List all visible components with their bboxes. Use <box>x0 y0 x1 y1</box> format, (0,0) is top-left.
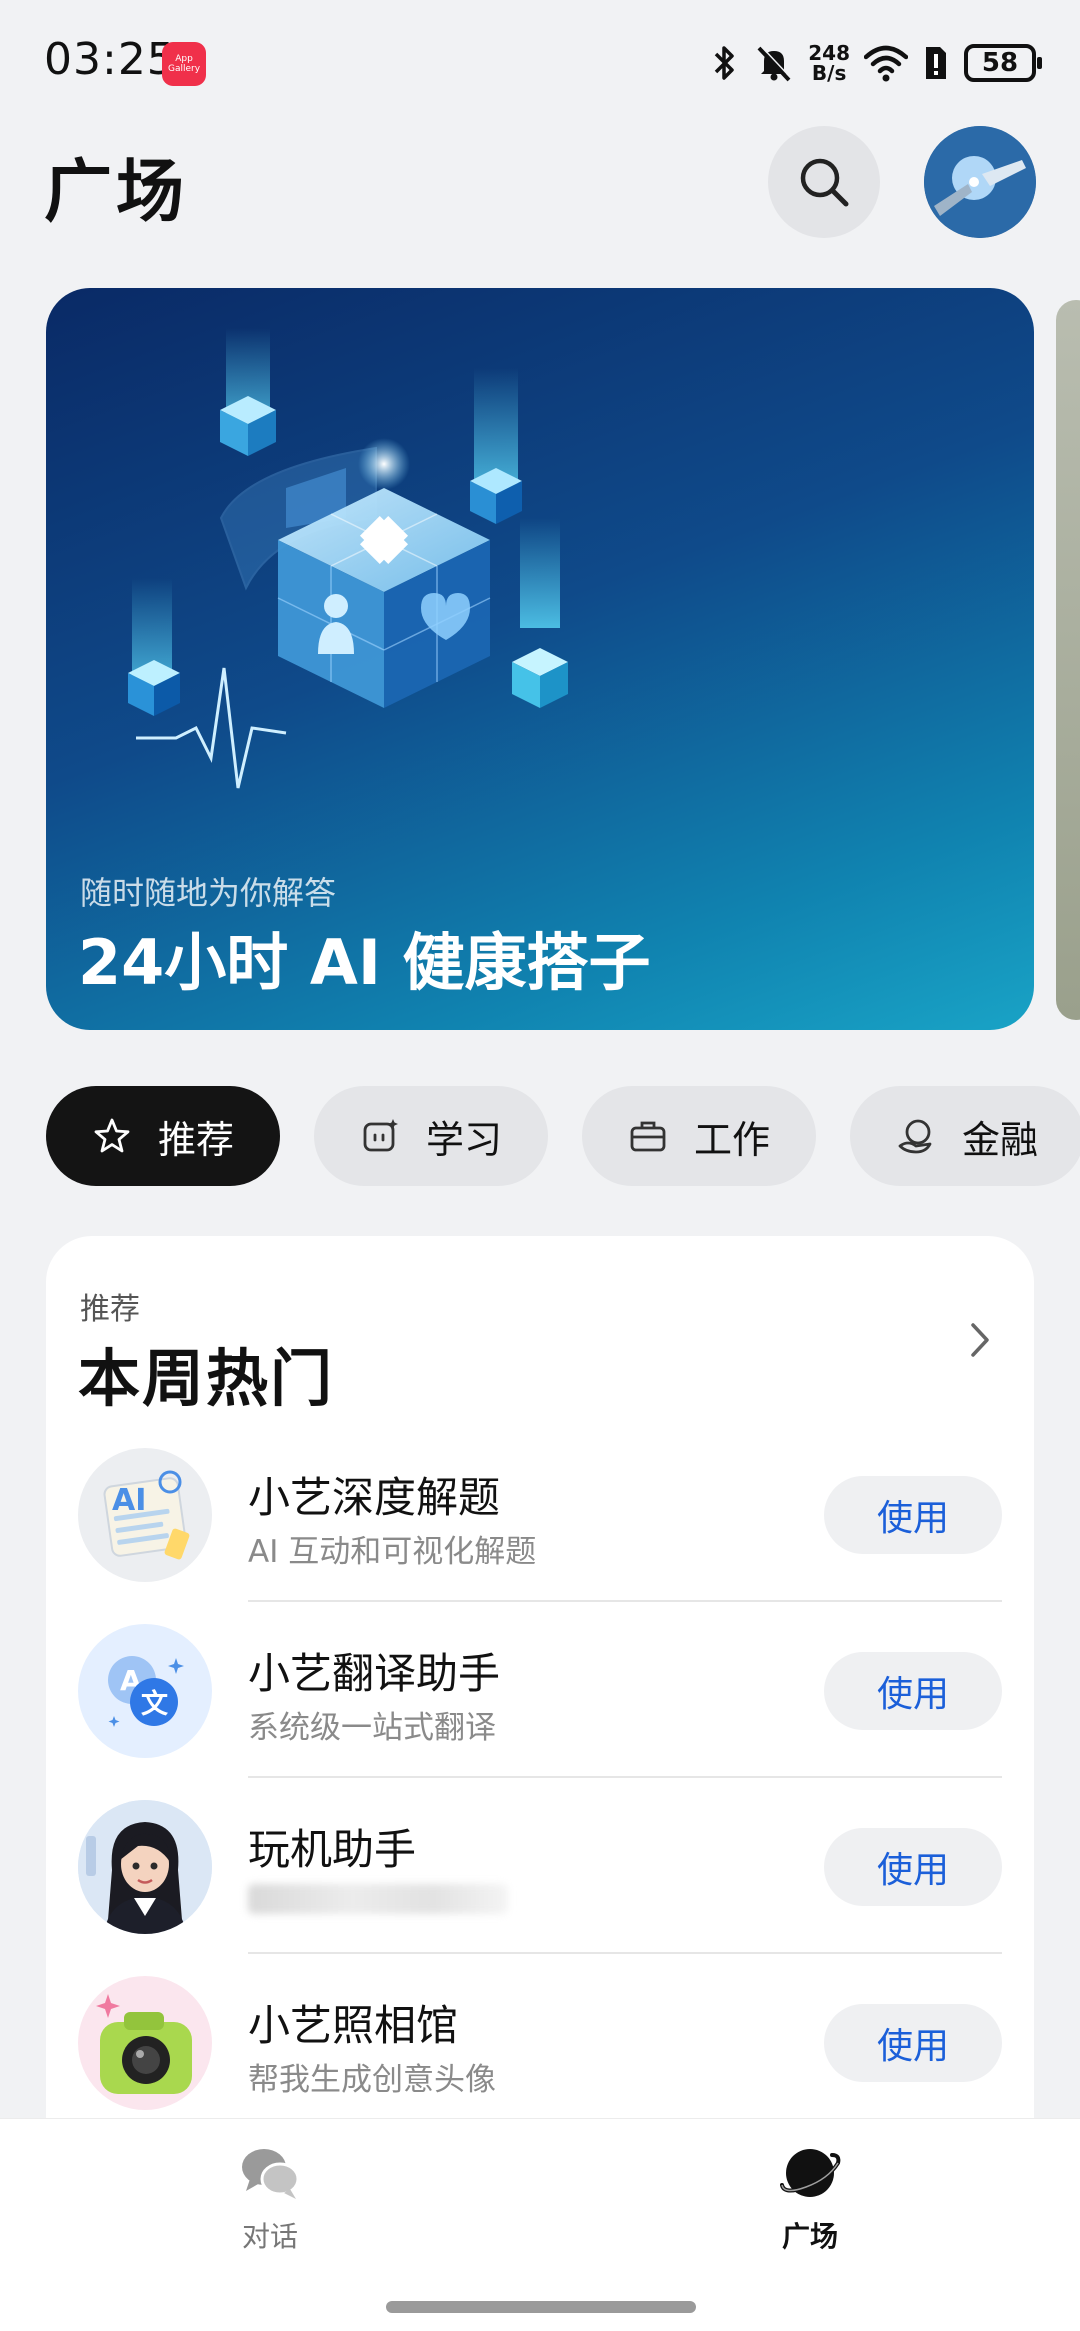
item-desc: 帮我生成创意头像 <box>248 2062 496 2098</box>
use-button[interactable]: 使用 <box>824 1476 1002 1554</box>
banner-title: 24小时 AI 健康搭子 <box>78 926 651 999</box>
search-button[interactable] <box>768 126 880 238</box>
home-indicator[interactable] <box>386 2301 696 2313</box>
banner-subtitle: 随时随地为你解答 <box>80 874 337 912</box>
item-desc: 系统级一站式翻译 <box>248 1710 496 1746</box>
bottom-nav: 对话 广场 <box>0 2118 1080 2331</box>
search-icon <box>800 158 849 207</box>
item-name: 小艺照相馆 <box>248 2001 459 2050</box>
bluetooth-icon <box>715 46 734 80</box>
item-name: 玩机助手 <box>248 1825 417 1874</box>
app-gallery-icon: App Gallery <box>162 42 206 86</box>
tab-label: 金融 <box>962 1117 1039 1162</box>
battery-indicator: 58 <box>964 44 1042 82</box>
robot-hand-avatar-icon <box>924 126 1036 238</box>
wifi-icon <box>864 45 908 82</box>
net-speed-value: 248 <box>808 41 850 65</box>
status-icons: 248 B/s 58 <box>710 38 1042 88</box>
tab-study[interactable]: 学习 <box>314 1086 549 1186</box>
promo-banner[interactable]: 随时随地为你解答 24小时 AI 健康搭子 <box>46 288 1034 1030</box>
category-tabs: 推荐 学习 工作 金融 <box>46 1086 1080 1186</box>
nav-label: 广场 <box>781 2220 838 2253</box>
list-item[interactable]: A 文 小艺翻译助手 系统级一站式翻译 使用 <box>46 1602 1034 1778</box>
star-icon <box>90 1114 134 1158</box>
planet-icon <box>780 2149 841 2197</box>
nav-item-chat[interactable]: 对话 <box>190 2141 350 2255</box>
list-item[interactable]: AI 小艺深度解题 AI 互动和可视化解题 使用 <box>46 1426 1034 1602</box>
mute-bell-icon <box>757 45 792 82</box>
weekly-hot-card: 推荐 本周热门 AI 小艺深度解题 AI 互动和可视化解题 使用 A 文 小艺翻… <box>46 1236 1034 2236</box>
card-title: 本周热门 <box>78 1342 335 1415</box>
net-speed: 248 B/s <box>808 43 850 83</box>
use-button[interactable]: 使用 <box>824 2004 1002 2082</box>
chat-bubbles-icon <box>242 2149 300 2199</box>
item-desc-blurred <box>248 1884 508 1914</box>
card-eyebrow: 推荐 <box>80 1292 140 1327</box>
finance-icon <box>894 1114 938 1158</box>
list-item[interactable]: 小艺照相馆 帮我生成创意头像 使用 <box>46 1954 1034 2130</box>
item-name: 小艺深度解题 <box>248 1473 501 1522</box>
svg-text:AI: AI <box>112 1483 146 1518</box>
page-title: 广场 <box>44 153 189 232</box>
tab-label: 推荐 <box>158 1117 235 1162</box>
avatar[interactable] <box>924 126 1036 238</box>
tab-label: 工作 <box>694 1117 771 1162</box>
status-time: 03:25 <box>44 34 176 85</box>
sim-alert-icon <box>926 47 946 79</box>
camera-icon <box>78 1976 212 2110</box>
net-speed-unit: B/s <box>811 61 847 85</box>
tab-work[interactable]: 工作 <box>582 1086 817 1186</box>
tab-label: 学习 <box>426 1117 503 1162</box>
study-icon <box>358 1114 402 1158</box>
list-item[interactable]: 玩机助手 使用 <box>46 1778 1034 1954</box>
page: 03:25 App Gallery 248 B/s 58 广场 随时随地为你解答… <box>0 0 1080 2331</box>
nav-item-square[interactable]: 广场 <box>730 2141 890 2255</box>
ai-notebook-icon: AI <box>78 1448 212 1582</box>
chevron-right-icon <box>971 1323 989 1357</box>
hot-list: AI 小艺深度解题 AI 互动和可视化解题 使用 A 文 小艺翻译助手 系统级一… <box>46 1426 1034 2130</box>
assistant-avatar-icon <box>78 1800 212 1934</box>
tab-recommend[interactable]: 推荐 <box>46 1086 281 1186</box>
translate-icon: A 文 <box>78 1624 212 1758</box>
status-bar: 03:25 App Gallery 248 B/s 58 <box>0 0 1080 120</box>
card-more-button[interactable] <box>960 1310 1000 1370</box>
briefcase-icon <box>626 1114 670 1158</box>
tab-finance[interactable]: 金融 <box>850 1086 1080 1186</box>
next-banner-peek[interactable] <box>1056 300 1080 1020</box>
nav-label: 对话 <box>241 2220 298 2253</box>
svg-text:文: 文 <box>141 1688 169 1720</box>
use-button[interactable]: 使用 <box>824 1828 1002 1906</box>
use-button[interactable]: 使用 <box>824 1652 1002 1730</box>
item-desc: AI 互动和可视化解题 <box>248 1534 537 1570</box>
item-name: 小艺翻译助手 <box>248 1649 501 1698</box>
